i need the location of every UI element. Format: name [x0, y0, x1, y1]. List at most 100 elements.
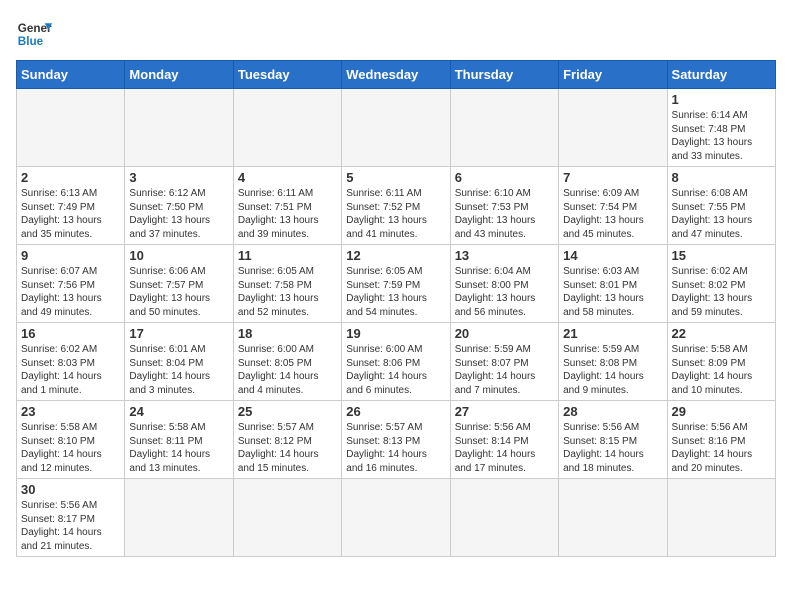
- week-row-2: 2 Sunrise: 6:13 AM Sunset: 7:49 PM Daylig…: [17, 167, 776, 245]
- day-info: Sunrise: 6:01 AM Sunset: 8:04 PM Dayligh…: [129, 343, 228, 397]
- calendar-cell: [125, 479, 233, 557]
- day-info: Sunrise: 6:12 AM Sunset: 7:50 PM Dayligh…: [129, 187, 228, 241]
- day-info: Sunrise: 6:08 AM Sunset: 7:55 PM Dayligh…: [672, 187, 771, 241]
- calendar-cell: 13Sunrise: 6:04 AM Sunset: 8:00 PM Dayli…: [450, 245, 558, 323]
- calendar-cell: 4 Sunrise: 6:11 AM Sunset: 7:51 PM Daylig…: [233, 167, 341, 245]
- day-info: Sunrise: 6:03 AM Sunset: 8:01 PM Dayligh…: [563, 265, 662, 319]
- day-number: 17: [129, 326, 228, 341]
- calendar-cell: 26 Sunrise: 5:57 AM Sunset: 8:13 PM Dayli…: [342, 401, 450, 479]
- calendar-cell: 29Sunrise: 5:56 AM Sunset: 8:16 PM Dayli…: [667, 401, 775, 479]
- calendar-cell: 16 Sunrise: 6:02 AM Sunset: 8:03 PM Dayli…: [17, 323, 125, 401]
- logo: General Blue: [16, 16, 52, 52]
- day-number: 29: [672, 404, 771, 419]
- calendar-cell: [667, 479, 775, 557]
- day-header-monday: Monday: [125, 61, 233, 89]
- calendar-cell: [233, 479, 341, 557]
- day-number: 30: [21, 482, 120, 497]
- day-number: 20: [455, 326, 554, 341]
- day-number: 28: [563, 404, 662, 419]
- calendar-cell: 19Sunrise: 6:00 AM Sunset: 8:06 PM Dayli…: [342, 323, 450, 401]
- calendar-cell: [233, 89, 341, 167]
- day-info: Sunrise: 6:07 AM Sunset: 7:56 PM Dayligh…: [21, 265, 120, 319]
- day-info: Sunrise: 5:56 AM Sunset: 8:17 PM Dayligh…: [21, 499, 120, 553]
- day-info: Sunrise: 5:59 AM Sunset: 8:08 PM Dayligh…: [563, 343, 662, 397]
- day-number: 26: [346, 404, 445, 419]
- day-info: Sunrise: 5:58 AM Sunset: 8:10 PM Dayligh…: [21, 421, 120, 475]
- calendar-cell: 30 Sunrise: 5:56 AM Sunset: 8:17 PM Dayli…: [17, 479, 125, 557]
- day-number: 4: [238, 170, 337, 185]
- day-number: 16: [21, 326, 120, 341]
- day-number: 15: [672, 248, 771, 263]
- day-info: Sunrise: 5:57 AM Sunset: 8:12 PM Dayligh…: [238, 421, 337, 475]
- day-info: Sunrise: 6:02 AM Sunset: 8:03 PM Dayligh…: [21, 343, 120, 397]
- day-header-wednesday: Wednesday: [342, 61, 450, 89]
- calendar-cell: 28 Sunrise: 5:56 AM Sunset: 8:15 PM Dayli…: [559, 401, 667, 479]
- calendar-cell: [450, 479, 558, 557]
- day-number: 27: [455, 404, 554, 419]
- calendar-cell: [559, 89, 667, 167]
- calendar-cell: 5 Sunrise: 6:11 AM Sunset: 7:52 PM Daylig…: [342, 167, 450, 245]
- calendar-cell: [342, 479, 450, 557]
- day-info: Sunrise: 6:10 AM Sunset: 7:53 PM Dayligh…: [455, 187, 554, 241]
- day-info: Sunrise: 5:56 AM Sunset: 8:14 PM Dayligh…: [455, 421, 554, 475]
- svg-text:Blue: Blue: [18, 35, 44, 48]
- day-number: 1: [672, 92, 771, 107]
- day-number: 25: [238, 404, 337, 419]
- calendar-cell: 21 Sunrise: 5:59 AM Sunset: 8:08 PM Dayli…: [559, 323, 667, 401]
- logo-icon: General Blue: [16, 16, 52, 52]
- calendar-cell: 24Sunrise: 5:58 AM Sunset: 8:11 PM Dayli…: [125, 401, 233, 479]
- calendar-cell: [559, 479, 667, 557]
- header: General Blue: [16, 16, 776, 52]
- day-number: 11: [238, 248, 337, 263]
- calendar-cell: 11 Sunrise: 6:05 AM Sunset: 7:58 PM Dayli…: [233, 245, 341, 323]
- calendar-cell: 22Sunrise: 5:58 AM Sunset: 8:09 PM Dayli…: [667, 323, 775, 401]
- calendar-cell: 3 Sunrise: 6:12 AM Sunset: 7:50 PM Daylig…: [125, 167, 233, 245]
- day-info: Sunrise: 6:05 AM Sunset: 7:59 PM Dayligh…: [346, 265, 445, 319]
- calendar-cell: 12 Sunrise: 6:05 AM Sunset: 7:59 PM Dayli…: [342, 245, 450, 323]
- day-number: 12: [346, 248, 445, 263]
- day-number: 5: [346, 170, 445, 185]
- day-info: Sunrise: 6:05 AM Sunset: 7:58 PM Dayligh…: [238, 265, 337, 319]
- day-number: 2: [21, 170, 120, 185]
- calendar-table: SundayMondayTuesdayWednesdayThursdayFrid…: [16, 60, 776, 557]
- calendar-cell: 14 Sunrise: 6:03 AM Sunset: 8:01 PM Dayli…: [559, 245, 667, 323]
- calendar-cell: 20 Sunrise: 5:59 AM Sunset: 8:07 PM Dayli…: [450, 323, 558, 401]
- day-number: 18: [238, 326, 337, 341]
- week-row-6: 30 Sunrise: 5:56 AM Sunset: 8:17 PM Dayli…: [17, 479, 776, 557]
- day-number: 21: [563, 326, 662, 341]
- day-number: 7: [563, 170, 662, 185]
- calendar-cell: [450, 89, 558, 167]
- day-number: 6: [455, 170, 554, 185]
- day-info: Sunrise: 5:56 AM Sunset: 8:15 PM Dayligh…: [563, 421, 662, 475]
- calendar-cell: 25 Sunrise: 5:57 AM Sunset: 8:12 PM Dayli…: [233, 401, 341, 479]
- week-row-1: 1 Sunrise: 6:14 AM Sunset: 7:48 PM Daylig…: [17, 89, 776, 167]
- day-header-tuesday: Tuesday: [233, 61, 341, 89]
- day-number: 9: [21, 248, 120, 263]
- calendar-cell: 7Sunrise: 6:09 AM Sunset: 7:54 PM Daylig…: [559, 167, 667, 245]
- day-number: 24: [129, 404, 228, 419]
- day-header-sunday: Sunday: [17, 61, 125, 89]
- day-number: 23: [21, 404, 120, 419]
- day-info: Sunrise: 5:59 AM Sunset: 8:07 PM Dayligh…: [455, 343, 554, 397]
- day-number: 19: [346, 326, 445, 341]
- calendar-cell: 23 Sunrise: 5:58 AM Sunset: 8:10 PM Dayli…: [17, 401, 125, 479]
- day-info: Sunrise: 6:11 AM Sunset: 7:52 PM Dayligh…: [346, 187, 445, 241]
- header-row: SundayMondayTuesdayWednesdayThursdayFrid…: [17, 61, 776, 89]
- day-number: 3: [129, 170, 228, 185]
- day-info: Sunrise: 6:04 AM Sunset: 8:00 PM Dayligh…: [455, 265, 554, 319]
- day-info: Sunrise: 5:57 AM Sunset: 8:13 PM Dayligh…: [346, 421, 445, 475]
- week-row-3: 9 Sunrise: 6:07 AM Sunset: 7:56 PM Daylig…: [17, 245, 776, 323]
- week-row-5: 23 Sunrise: 5:58 AM Sunset: 8:10 PM Dayli…: [17, 401, 776, 479]
- calendar-cell: [125, 89, 233, 167]
- day-number: 10: [129, 248, 228, 263]
- calendar-cell: 1 Sunrise: 6:14 AM Sunset: 7:48 PM Daylig…: [667, 89, 775, 167]
- day-info: Sunrise: 6:11 AM Sunset: 7:51 PM Dayligh…: [238, 187, 337, 241]
- calendar-cell: [17, 89, 125, 167]
- day-number: 14: [563, 248, 662, 263]
- calendar-cell: [342, 89, 450, 167]
- calendar-cell: 10Sunrise: 6:06 AM Sunset: 7:57 PM Dayli…: [125, 245, 233, 323]
- day-info: Sunrise: 6:00 AM Sunset: 8:05 PM Dayligh…: [238, 343, 337, 397]
- day-info: Sunrise: 6:13 AM Sunset: 7:49 PM Dayligh…: [21, 187, 120, 241]
- calendar-cell: 6 Sunrise: 6:10 AM Sunset: 7:53 PM Daylig…: [450, 167, 558, 245]
- day-info: Sunrise: 6:14 AM Sunset: 7:48 PM Dayligh…: [672, 109, 771, 163]
